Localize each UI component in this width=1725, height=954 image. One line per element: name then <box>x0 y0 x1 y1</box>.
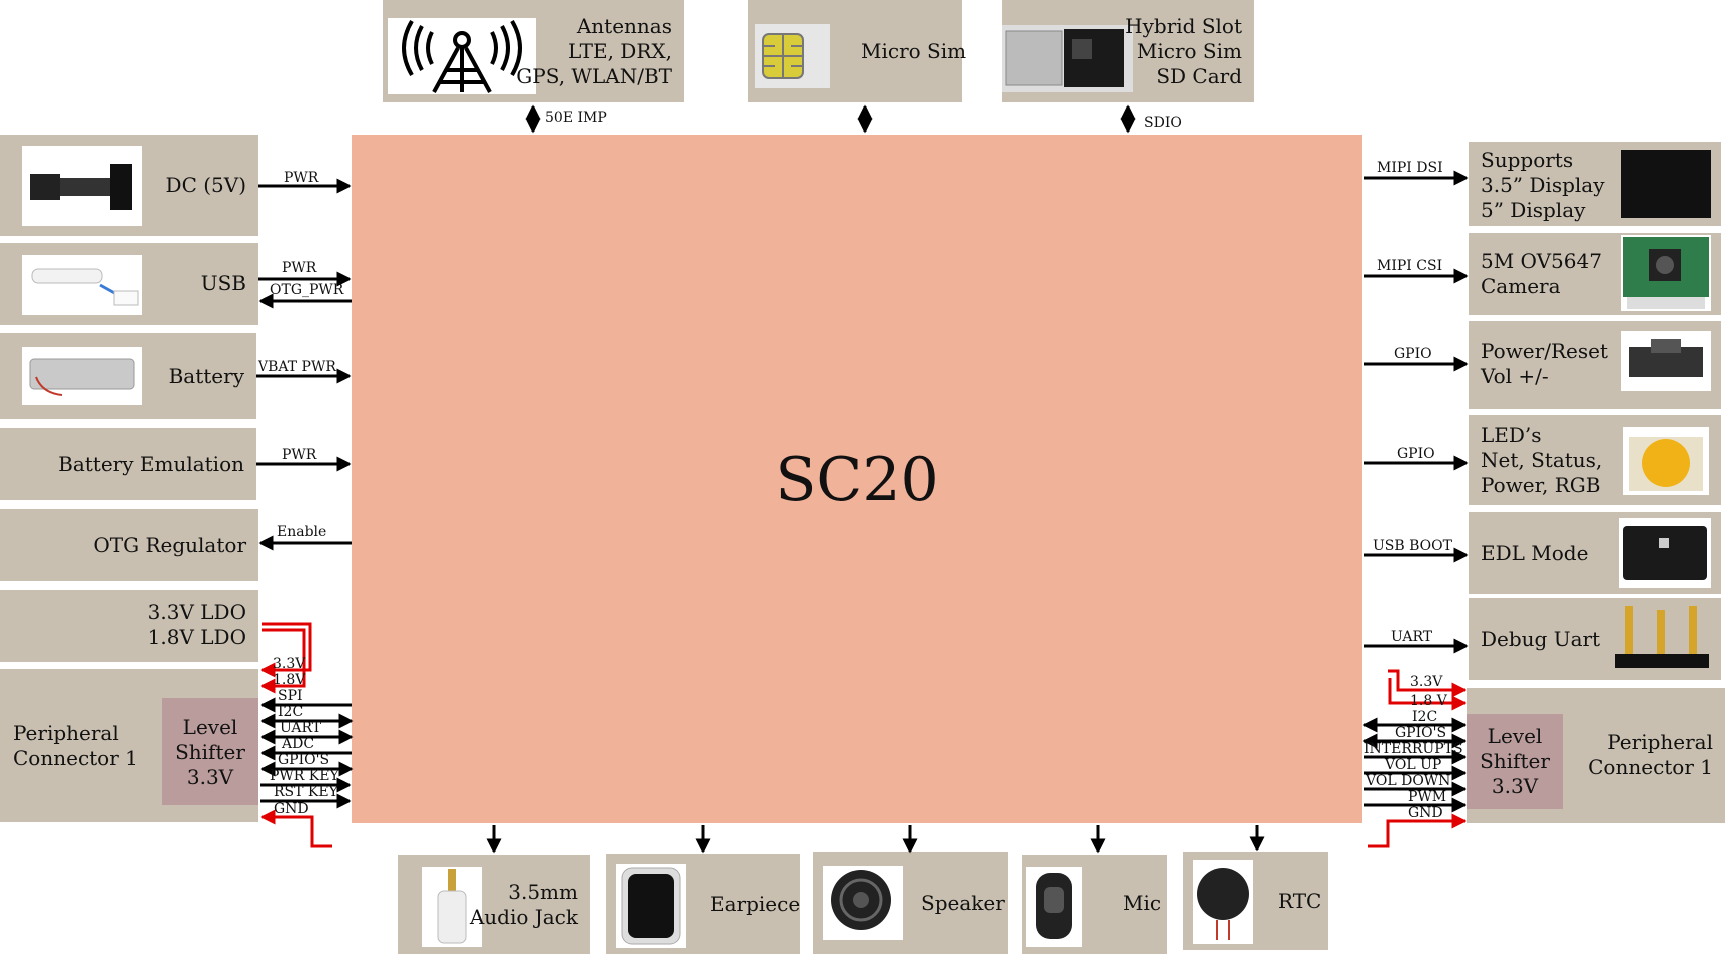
left-sig-uart: UART <box>280 720 322 736</box>
edl-signal-label: USB BOOT <box>1373 538 1453 554</box>
left-sig-18: 1.8V <box>273 672 306 688</box>
right-sig-gpio: GPIO'S <box>1395 725 1446 741</box>
right-sig-volup: VOL UP <box>1384 757 1441 773</box>
left-sig-rstkey: RST KEY <box>274 784 339 800</box>
uart-signal-label: UART <box>1391 629 1433 645</box>
right-sig-pwm: PWM <box>1408 789 1446 805</box>
left-gnd-wire <box>260 809 332 848</box>
right-sig-gnd: GND <box>1408 805 1443 821</box>
right-sig-interrupts: INTERRUPTS <box>1364 741 1463 757</box>
battery-signal-label: VBAT PWR <box>257 359 336 375</box>
buttons-signal-label: GPIO <box>1394 346 1432 362</box>
right-sig-33: 3.3V <box>1410 674 1443 690</box>
battery-emulation-signal-label: PWR <box>282 447 317 463</box>
right-sig-18: 1.8 V <box>1410 693 1448 709</box>
antenna-signal-label: 50E IMP <box>545 110 607 126</box>
left-sig-gnd: GND <box>274 801 309 817</box>
left-sig-i2c: I2C <box>278 704 303 720</box>
left-sig-gpio: GPIO'S <box>278 752 329 768</box>
usb-otg-signal-label: OTG_PWR <box>270 282 344 298</box>
right-gnd-wire <box>1368 813 1467 848</box>
right-sig-voldown: VOL DOWN <box>1365 773 1450 789</box>
sdio-signal-label: SDIO <box>1144 115 1182 131</box>
left-sig-adc: ADC <box>281 736 314 752</box>
left-sig-spi: SPI <box>278 688 303 704</box>
left-sig-33: 3.3V <box>273 656 306 672</box>
usb-pwr-signal-label: PWR <box>282 260 317 276</box>
connection-wires: 50E IMP SDIO PWR PWR OTG_PWR VBAT PWR PW… <box>256 104 1469 854</box>
csi-signal-label: MIPI CSI <box>1377 258 1442 274</box>
left-sig-pwrkey: PWR KEY <box>270 768 339 784</box>
dc-signal-label: PWR <box>284 170 319 186</box>
otg-signal-label: Enable <box>277 524 326 540</box>
dsi-signal-label: MIPI DSI <box>1377 160 1443 176</box>
right-sig-i2c: I2C <box>1412 709 1437 725</box>
leds-signal-label: GPIO <box>1397 446 1435 462</box>
